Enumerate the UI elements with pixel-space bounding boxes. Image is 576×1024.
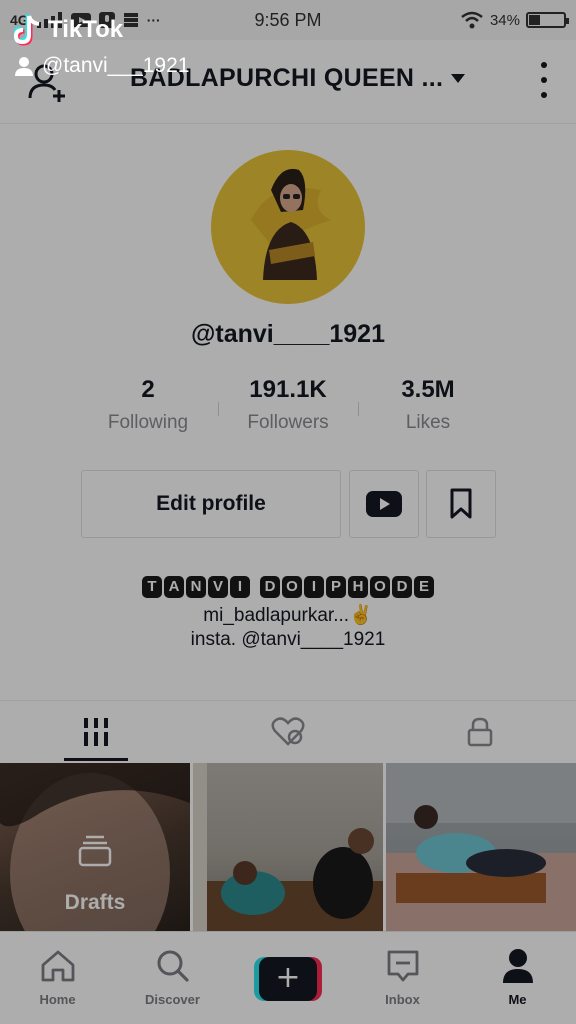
profile-icon xyxy=(502,949,533,983)
watermark-user: @tanvi___1921 xyxy=(14,54,189,78)
edit-profile-button[interactable]: Edit profile xyxy=(81,470,341,538)
video-thumbnail[interactable] xyxy=(193,763,383,931)
likes-label: Likes xyxy=(405,412,451,433)
bio-name-letter: P xyxy=(326,576,346,598)
likes-stat[interactable]: 3.5M Likes xyxy=(358,376,498,434)
tiktok-logo-icon xyxy=(14,14,40,46)
bio-name-letter: I xyxy=(230,576,250,598)
followers-label: Followers xyxy=(247,412,329,433)
bio-name-letter: V xyxy=(208,576,228,598)
watermark-brand: TikTok xyxy=(14,14,189,46)
bio-name: TANVIDOIPHODE xyxy=(0,576,576,598)
bottom-nav: Home Discover + Inbox Me xyxy=(0,931,576,1024)
youtube-link-button[interactable] xyxy=(349,470,419,538)
lock-icon xyxy=(467,717,493,747)
drafts-label: Drafts xyxy=(64,891,126,914)
bio-name-letter: D xyxy=(392,576,412,598)
battery-icon xyxy=(526,12,569,28)
more-options-icon[interactable] xyxy=(536,62,552,98)
nav-home[interactable]: Home xyxy=(0,932,115,1024)
bio-name-letter: I xyxy=(304,576,324,598)
nav-me-label: Me xyxy=(508,992,527,1007)
video-grid: Drafts xyxy=(0,763,576,931)
create-video-button[interactable]: + xyxy=(254,957,322,1001)
drafts-icon xyxy=(78,835,112,867)
home-icon xyxy=(41,950,74,982)
tab-liked[interactable] xyxy=(192,701,384,763)
nav-me[interactable]: Me xyxy=(460,932,575,1024)
likes-count: 3.5M xyxy=(401,376,455,403)
profile-username: @tanvi____1921 xyxy=(191,320,385,348)
inbox-icon xyxy=(387,950,418,982)
following-label: Following xyxy=(107,412,189,433)
bio-name-letter: D xyxy=(260,576,280,598)
nav-home-label: Home xyxy=(39,992,76,1007)
bio-name-letter: A xyxy=(164,576,184,598)
bio-name-letter: N xyxy=(186,576,206,598)
video-thumbnail[interactable] xyxy=(386,763,576,931)
bio-name-letter: T xyxy=(142,576,162,598)
avatar-illustration xyxy=(211,150,365,304)
bio-name-letter: E xyxy=(414,576,434,598)
profile-stats: 2 Following 191.1K Followers 3.5M Likes xyxy=(78,376,498,438)
chevron-down-icon xyxy=(451,74,466,83)
nav-inbox[interactable]: Inbox xyxy=(345,932,460,1024)
liked-hidden-icon xyxy=(271,717,305,746)
drafts-tile[interactable]: Drafts xyxy=(0,763,190,931)
video-thumbnail-image xyxy=(386,763,576,931)
avatar[interactable] xyxy=(211,150,365,304)
video-thumbnail-image xyxy=(193,763,383,931)
following-count: 2 xyxy=(141,376,155,403)
bio-name-letter: O xyxy=(282,576,302,598)
content-tabs xyxy=(0,700,576,762)
nav-discover[interactable]: Discover xyxy=(115,932,230,1024)
tiktok-watermark: TikTok @tanvi___1921 xyxy=(14,14,189,78)
bookmark-icon xyxy=(450,488,472,519)
user-icon xyxy=(15,57,33,76)
bio-name-letter: H xyxy=(348,576,368,598)
search-icon xyxy=(157,950,189,982)
bio-name-letter xyxy=(252,576,258,598)
plus-icon: + xyxy=(259,957,317,1001)
videos-grid-icon xyxy=(84,718,108,746)
followers-count: 191.1K xyxy=(249,376,327,403)
followers-stat[interactable]: 191.1K Followers xyxy=(218,376,358,434)
youtube-icon xyxy=(366,491,402,517)
bio-line: mi_badlapurkar...✌ xyxy=(203,605,373,626)
watermark-brand-label: TikTok xyxy=(48,16,124,43)
tab-videos[interactable] xyxy=(0,701,192,763)
nav-inbox-label: Inbox xyxy=(385,992,420,1007)
bio-line: insta. @tanvi____1921 xyxy=(190,629,386,650)
bio-name-letter: O xyxy=(370,576,390,598)
nav-discover-label: Discover xyxy=(145,992,200,1007)
favorites-button[interactable] xyxy=(426,470,496,538)
following-stat[interactable]: 2 Following xyxy=(78,376,218,434)
tab-private[interactable] xyxy=(384,701,576,763)
tab-indicator xyxy=(64,758,128,761)
watermark-username: @tanvi___1921 xyxy=(42,54,190,77)
